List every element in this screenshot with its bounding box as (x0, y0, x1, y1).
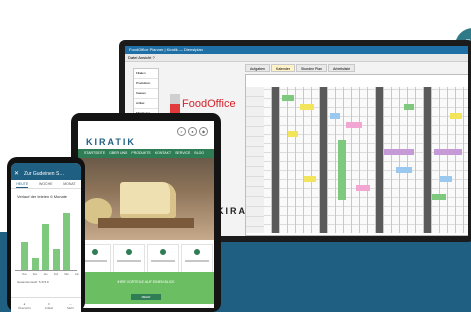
logo-mark-icon (170, 94, 180, 114)
tab-woche[interactable]: WOCHE (39, 180, 52, 188)
site-header: ⌕ ● ◆ KIRATIK (78, 121, 214, 149)
tab-stunden-plan[interactable]: Stunden Plan (296, 64, 328, 72)
chart-bar (42, 223, 49, 270)
nav-blog[interactable]: BLOG (194, 149, 204, 158)
app-header: ✕ Zur Gudeinen S… (11, 168, 81, 180)
check-icon (92, 249, 98, 255)
chart-bar (63, 213, 70, 270)
x-tick-label: Mär (64, 273, 69, 276)
schedule-tabs: Aufgaben Kalender Stunden Plan Arbeitsli… (245, 64, 356, 72)
logo-text: FoodOffice (182, 98, 236, 110)
tab-heute[interactable]: HEUTE (16, 180, 29, 188)
cart-icon[interactable]: ◆ (199, 127, 208, 136)
nav-produkte[interactable]: PRODUKTE (131, 149, 150, 158)
sidebar-item[interactable]: Filialen (134, 69, 158, 79)
feature-card[interactable] (181, 244, 213, 274)
site-nav: STARTSEITE ÜBER UNS PRODUKTE KONTAKT SER… (78, 149, 214, 158)
kiratik-logo: KIRATIK (86, 137, 136, 147)
x-tick-label: Jan (43, 273, 48, 276)
period-tabs: HEUTE WOCHE MONAT (11, 180, 81, 189)
sidebar-item[interactable]: Kassen (134, 89, 158, 99)
banner-title: IHRE VORTEILE AUF EINEN BLICK (117, 280, 175, 284)
nav-startseite[interactable]: STARTSEITE (84, 149, 105, 158)
employee-column (246, 87, 264, 233)
chart-caption: Verlauf der letzten 6 Monate (17, 194, 68, 199)
chart-bar (21, 242, 28, 270)
bottom-nav-more[interactable]: ⋯ Mehr (67, 298, 74, 312)
nav-ueber-uns[interactable]: ÜBER UNS (109, 149, 127, 158)
sidebar-item[interactable]: Artikel (134, 99, 158, 109)
app-title: Zur Gudeinen S… (24, 171, 65, 177)
tab-aufgaben[interactable]: Aufgaben (245, 64, 270, 72)
search-icon[interactable]: ⌕ (177, 127, 186, 136)
nav-kontakt[interactable]: KONTAKT (155, 149, 171, 158)
tablet: ⌕ ● ◆ KIRATIK STARTSEITE ÜBER UNS PRODUK… (71, 113, 221, 312)
x-tick-label: Dez (32, 273, 38, 276)
x-tick-label: Feb (53, 273, 59, 276)
tablet-website: ⌕ ● ◆ KIRATIK STARTSEITE ÜBER UNS PRODUK… (78, 121, 214, 308)
cheese-wedge (120, 182, 176, 218)
leaf-icon (126, 249, 132, 255)
phone-app: ✕ Zur Gudeinen S… HEUTE WOCHE MONAT Verl… (11, 163, 81, 312)
schedule-panel (245, 74, 468, 236)
truck-icon (160, 249, 166, 255)
feature-card[interactable] (113, 244, 145, 274)
promo-banner: IHRE VORTEILE AUF EINEN BLICK MEHR (78, 272, 214, 304)
cutting-board (98, 218, 194, 228)
foodoffice-logo: FoodOffice (170, 94, 244, 114)
sidebar-item[interactable]: Produktion (134, 79, 158, 89)
smartphone: ✕ Zur Gudeinen S… HEUTE WOCHE MONAT Verl… (7, 157, 85, 312)
feature-card[interactable] (147, 244, 179, 274)
window-title: FoodOffice Planner | Kiratik — Dienstpla… (125, 46, 468, 54)
sales-bar-chart: Nov Dez Jan Feb Mär Apr (15, 202, 79, 276)
x-tick-label: Apr (75, 273, 79, 276)
tab-monat[interactable]: MONAT (63, 180, 75, 188)
close-icon[interactable]: ✕ (14, 168, 19, 180)
user-icon[interactable]: ● (188, 127, 197, 136)
x-tick-label: Nov (22, 273, 27, 276)
bottom-nav-articles[interactable]: ≡ Artikel (45, 298, 53, 312)
chart-bar (31, 257, 39, 270)
star-icon (194, 249, 200, 255)
header-icons: ⌕ ● ◆ (177, 127, 208, 136)
banner-button[interactable]: MEHR (131, 294, 161, 300)
bottom-nav: ● Übersicht ≡ Artikel ⋯ Mehr (11, 297, 81, 312)
tab-kalender[interactable]: Kalender (271, 64, 296, 72)
hero-image (78, 158, 214, 240)
schedule-grid[interactable] (264, 87, 468, 233)
tab-arbeitsliste[interactable]: Arbeitsliste (328, 64, 356, 72)
menu-bar[interactable]: Datei Ansicht ? (125, 54, 468, 62)
nav-service[interactable]: SERVICE (175, 149, 190, 158)
chart-bar (52, 249, 60, 270)
bottom-nav-overview[interactable]: ● Übersicht (18, 298, 31, 312)
